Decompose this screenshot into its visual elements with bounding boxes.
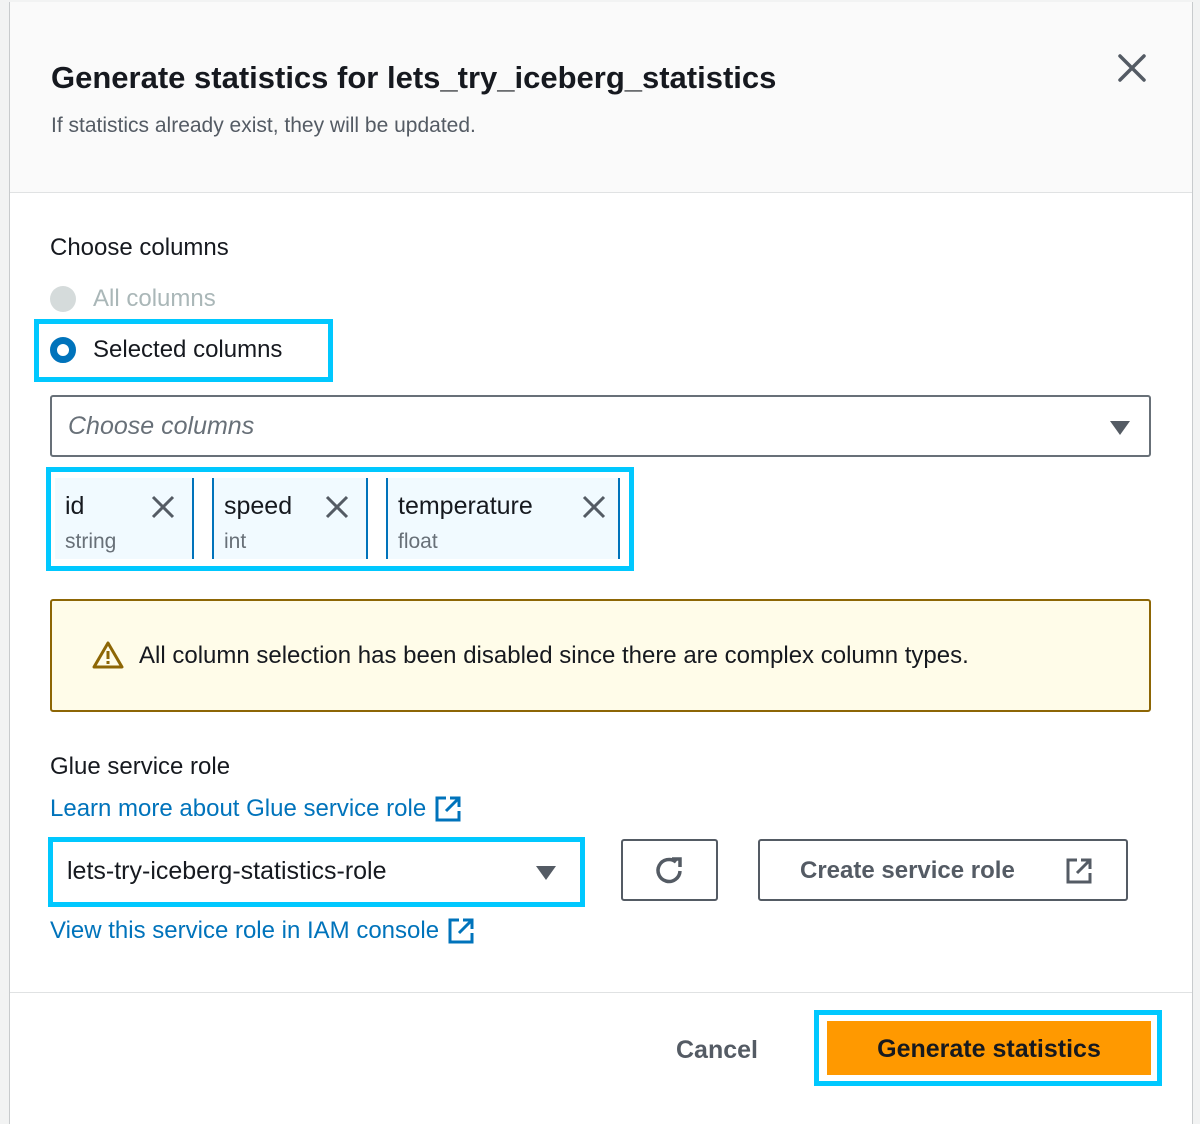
select-placeholder: Choose columns bbox=[68, 412, 255, 440]
radio-label: Selected columns bbox=[93, 336, 283, 363]
remove-token-icon[interactable] bbox=[324, 494, 350, 520]
external-link-icon bbox=[448, 918, 474, 944]
radio-all-columns[interactable]: All columns bbox=[50, 285, 216, 313]
column-token: speed int bbox=[212, 478, 368, 559]
selected-role: lets-try-iceberg-statistics-role bbox=[67, 857, 387, 885]
button-label: Generate statistics bbox=[877, 1035, 1101, 1063]
token-type: float bbox=[398, 530, 438, 553]
footer-divider bbox=[10, 992, 1192, 993]
caret-down-icon bbox=[536, 866, 556, 880]
choose-columns-label: Choose columns bbox=[50, 234, 229, 261]
learn-more-link[interactable]: Learn more about Glue service role bbox=[50, 795, 462, 823]
close-icon bbox=[1118, 54, 1146, 82]
token-type: string bbox=[65, 530, 117, 553]
choose-columns-select[interactable]: Choose columns bbox=[50, 395, 1151, 457]
view-role-iam-link[interactable]: View this service role in IAM console bbox=[50, 917, 475, 945]
modal-header: Generate statistics for lets_try_iceberg… bbox=[10, 2, 1192, 193]
modal-title: Generate statistics for lets_try_iceberg… bbox=[51, 60, 777, 95]
cancel-button[interactable]: Cancel bbox=[676, 1036, 758, 1065]
token-name: speed bbox=[224, 492, 293, 520]
generate-statistics-modal: Generate statistics for lets_try_iceberg… bbox=[9, 2, 1193, 1124]
link-text: Learn more about Glue service role bbox=[50, 795, 427, 822]
close-button[interactable] bbox=[1114, 50, 1150, 86]
token-name: id bbox=[65, 492, 85, 520]
alert-message: All column selection has been disabled s… bbox=[139, 642, 969, 669]
refresh-icon bbox=[656, 857, 682, 884]
remove-token-icon[interactable] bbox=[150, 494, 176, 520]
radio-selected-columns[interactable]: Selected columns bbox=[50, 336, 282, 364]
service-role-select[interactable]: lets-try-iceberg-statistics-role bbox=[57, 847, 576, 897]
generate-statistics-button[interactable]: Generate statistics bbox=[827, 1021, 1151, 1075]
glue-service-role-label: Glue service role bbox=[50, 753, 231, 780]
radio-label: All columns bbox=[93, 285, 216, 312]
button-label: Create service role bbox=[800, 857, 1015, 884]
warning-alert: All column selection has been disabled s… bbox=[50, 599, 1151, 712]
external-link-icon bbox=[435, 796, 461, 822]
create-service-role-button[interactable]: Create service role bbox=[758, 839, 1128, 901]
token-type: int bbox=[224, 530, 247, 553]
radio-button-disabled bbox=[50, 286, 76, 312]
token-name: temperature bbox=[398, 492, 533, 520]
caret-down-icon bbox=[1110, 421, 1130, 435]
link-text: View this service role in IAM console bbox=[50, 917, 440, 944]
modal-subtitle: If statistics already exist, they will b… bbox=[51, 114, 476, 137]
column-token: temperature float bbox=[386, 478, 620, 559]
remove-token-icon[interactable] bbox=[581, 494, 607, 520]
refresh-button[interactable] bbox=[621, 839, 718, 901]
external-link-icon bbox=[1066, 858, 1092, 884]
warning-icon bbox=[92, 641, 124, 669]
radio-button-checked bbox=[50, 337, 76, 363]
column-token: id string bbox=[55, 478, 194, 559]
